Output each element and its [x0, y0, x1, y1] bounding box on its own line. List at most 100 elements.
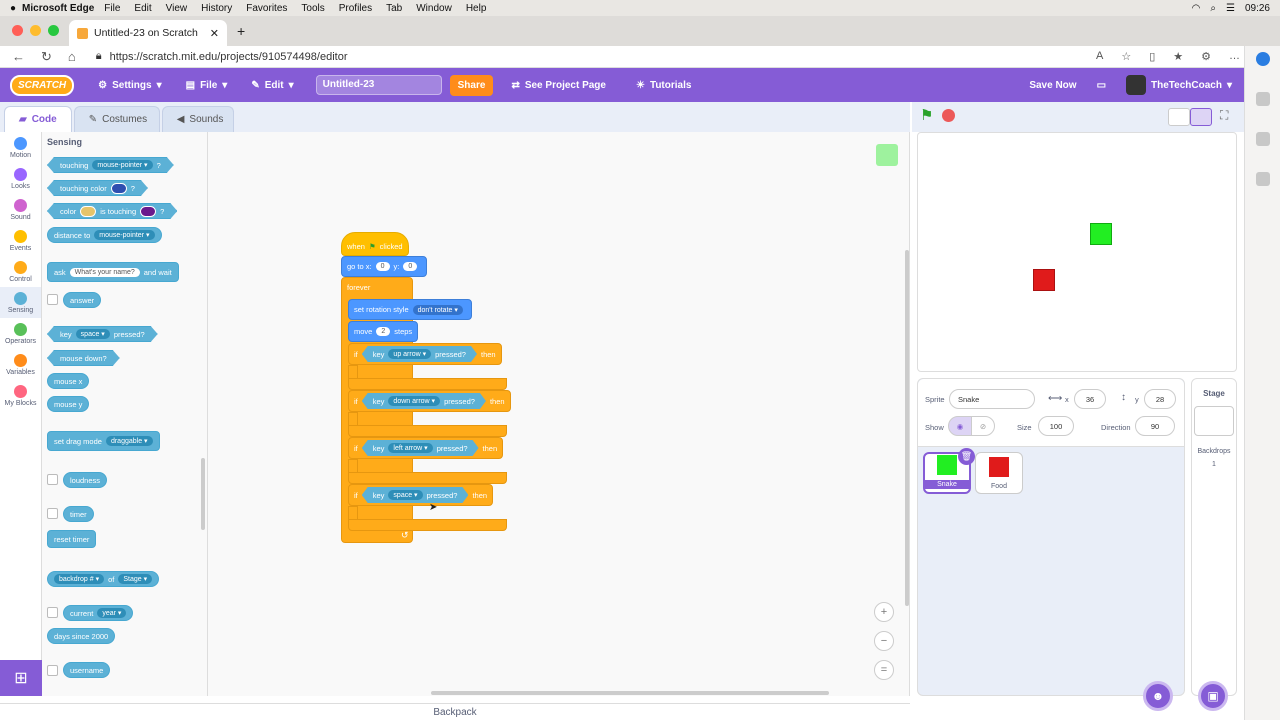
- menu-profiles[interactable]: Profiles: [339, 3, 372, 14]
- category-variables[interactable]: Variables: [0, 349, 41, 380]
- key-pressed-condition[interactable]: key left arrow ▾ pressed?: [362, 440, 479, 456]
- x-input[interactable]: 0: [375, 262, 390, 271]
- workspace-v-scrollbar[interactable]: [905, 250, 909, 606]
- split-screen-icon[interactable]: ▯: [1149, 50, 1155, 63]
- close-tab-icon[interactable]: ✕: [210, 27, 219, 40]
- time-unit-dropdown[interactable]: year ▾: [97, 608, 127, 618]
- menu-favorites[interactable]: Favorites: [246, 3, 287, 14]
- menu-file[interactable]: File: [104, 3, 120, 14]
- show-hidden-button[interactable]: ⊘: [971, 416, 995, 436]
- key-pressed-condition[interactable]: key up arrow ▾ pressed?: [362, 346, 477, 362]
- color-swatch[interactable]: [80, 206, 96, 217]
- search-icon[interactable]: ⌕: [1210, 3, 1216, 14]
- key-dropdown[interactable]: left arrow ▾: [388, 443, 432, 453]
- x-input[interactable]: 36: [1074, 389, 1106, 409]
- menu-tab[interactable]: Tab: [386, 3, 402, 14]
- my-stuff-folder-icon[interactable]: ▭: [1097, 80, 1106, 91]
- see-project-page-button[interactable]: ⇄ See Project Page: [511, 80, 606, 91]
- category-control[interactable]: Control: [0, 256, 41, 287]
- key-dropdown[interactable]: space ▾: [76, 329, 110, 339]
- direction-input[interactable]: 90: [1135, 416, 1175, 436]
- copilot-icon[interactable]: [1255, 52, 1270, 66]
- extensions-icon[interactable]: ⚙: [1201, 50, 1211, 63]
- key-dropdown[interactable]: up arrow ▾: [388, 349, 431, 359]
- show-visible-button[interactable]: ◉: [948, 416, 972, 436]
- tab-sounds[interactable]: ◀ Sounds: [161, 106, 234, 132]
- stop-button[interactable]: [942, 109, 955, 122]
- reload-icon[interactable]: ↻: [41, 49, 52, 65]
- loudness-block[interactable]: loudness: [63, 472, 108, 488]
- timer-block[interactable]: timer: [63, 506, 94, 522]
- scratch-logo[interactable]: SCRATCH: [10, 74, 75, 96]
- tab-code[interactable]: ▰ Code: [4, 106, 72, 132]
- backdrop-of-stage-block[interactable]: backdrop # ▾ of Stage ▾: [47, 571, 160, 587]
- code-workspace[interactable]: when ⚑ clicked go to x: 0 y: 0 forever ↺ set …: [208, 132, 910, 696]
- menu-history[interactable]: History: [201, 3, 232, 14]
- category-looks[interactable]: Looks: [0, 163, 41, 194]
- food-sprite[interactable]: [1033, 269, 1055, 291]
- days-since-2000-block[interactable]: days since 2000: [47, 628, 116, 644]
- mouse-x-block[interactable]: mouse x: [47, 373, 90, 389]
- more-icon[interactable]: …: [1229, 50, 1240, 63]
- category-sound[interactable]: Sound: [0, 194, 41, 225]
- object-dropdown[interactable]: mouse-pointer ▾: [94, 230, 155, 240]
- monitor-checkbox[interactable]: [47, 508, 58, 519]
- backpack[interactable]: Backpack: [0, 703, 910, 720]
- property-dropdown[interactable]: backdrop # ▾: [54, 574, 105, 584]
- green-flag-button[interactable]: ⚑: [920, 106, 933, 124]
- if-block-header[interactable]: if key up arrow ▾ pressed? then: [348, 343, 502, 365]
- color-swatch[interactable]: [140, 206, 156, 217]
- if-key-left-block[interactable]: if key left arrow ▾ pressed? then: [348, 437, 507, 484]
- size-input[interactable]: 100: [1038, 416, 1074, 436]
- if-key-up-block[interactable]: if key up arrow ▾ pressed? then: [348, 343, 507, 390]
- username-block[interactable]: username: [63, 662, 111, 678]
- favorite-star-icon[interactable]: ☆: [1121, 50, 1131, 63]
- key-pressed-condition[interactable]: key space ▾ pressed?: [362, 487, 469, 503]
- menu-edit[interactable]: Edit: [134, 3, 151, 14]
- object-dropdown[interactable]: mouse-pointer ▾: [92, 160, 152, 170]
- key-dropdown[interactable]: down arrow ▾: [388, 396, 440, 406]
- category-motion[interactable]: Motion: [0, 132, 41, 163]
- choose-sprite-button[interactable]: ☻: [1143, 681, 1173, 711]
- control-center-icon[interactable]: ☰: [1226, 3, 1235, 14]
- zoom-out-button[interactable]: −: [874, 631, 894, 651]
- sprite-name-input[interactable]: Snake: [949, 389, 1035, 409]
- back-icon[interactable]: ←: [12, 49, 25, 65]
- if-block-header[interactable]: if key down arrow ▾ pressed? then: [348, 390, 511, 412]
- new-tab-icon[interactable]: +: [237, 23, 245, 39]
- monitor-checkbox[interactable]: [47, 474, 58, 485]
- edit-menu[interactable]: ✎ Edit ▾: [251, 80, 293, 91]
- stage-selector[interactable]: Stage Backdrops 1: [1191, 378, 1237, 696]
- reset-timer-block[interactable]: reset timer: [47, 530, 97, 548]
- category-operators[interactable]: Operators: [0, 318, 41, 349]
- snake-sprite[interactable]: [1090, 223, 1112, 245]
- account-menu[interactable]: TheTechCoach ▾: [1126, 75, 1232, 95]
- close-window-button[interactable]: [12, 25, 23, 36]
- fullscreen-icon[interactable]: ⛶: [1220, 108, 1228, 123]
- target-dropdown[interactable]: Stage ▾: [118, 574, 153, 584]
- workspace-h-scrollbar[interactable]: [431, 691, 829, 695]
- url-field[interactable]: https://scratch.mit.edu/projects/9105744…: [110, 51, 348, 63]
- sidebar-app-icon[interactable]: [1255, 92, 1270, 106]
- minimize-window-button[interactable]: [30, 25, 41, 36]
- set-drag-mode-block[interactable]: set drag mode draggable ▾: [47, 431, 160, 451]
- ask-input[interactable]: What's your name?: [69, 267, 140, 277]
- category-sensing[interactable]: Sensing: [0, 287, 41, 318]
- touching-color-block[interactable]: touching color?: [47, 180, 148, 196]
- category-events[interactable]: Events: [0, 225, 41, 256]
- drag-mode-dropdown[interactable]: draggable ▾: [105, 436, 153, 446]
- tab-costumes[interactable]: ✎ Costumes: [73, 106, 160, 132]
- project-title-input[interactable]: Untitled-23: [315, 75, 442, 95]
- color-touching-color-block[interactable]: color is touching?: [47, 203, 177, 219]
- y-input[interactable]: 0: [403, 262, 418, 271]
- sprite-tile-snake[interactable]: Snake 🗑︎: [923, 448, 975, 494]
- mouse-down-block[interactable]: mouse down?: [47, 350, 120, 366]
- if-key-down-block[interactable]: if key down arrow ▾ pressed? then: [348, 390, 511, 437]
- add-extension-button[interactable]: ⊞: [0, 660, 42, 696]
- app-name[interactable]: Microsoft Edge: [22, 3, 94, 14]
- if-block-header[interactable]: if key left arrow ▾ pressed? then: [348, 437, 504, 459]
- color-swatch[interactable]: [111, 183, 127, 194]
- zoom-in-button[interactable]: +: [874, 602, 894, 622]
- outlook-icon[interactable]: [1255, 132, 1270, 146]
- delete-sprite-icon[interactable]: 🗑︎: [958, 448, 975, 465]
